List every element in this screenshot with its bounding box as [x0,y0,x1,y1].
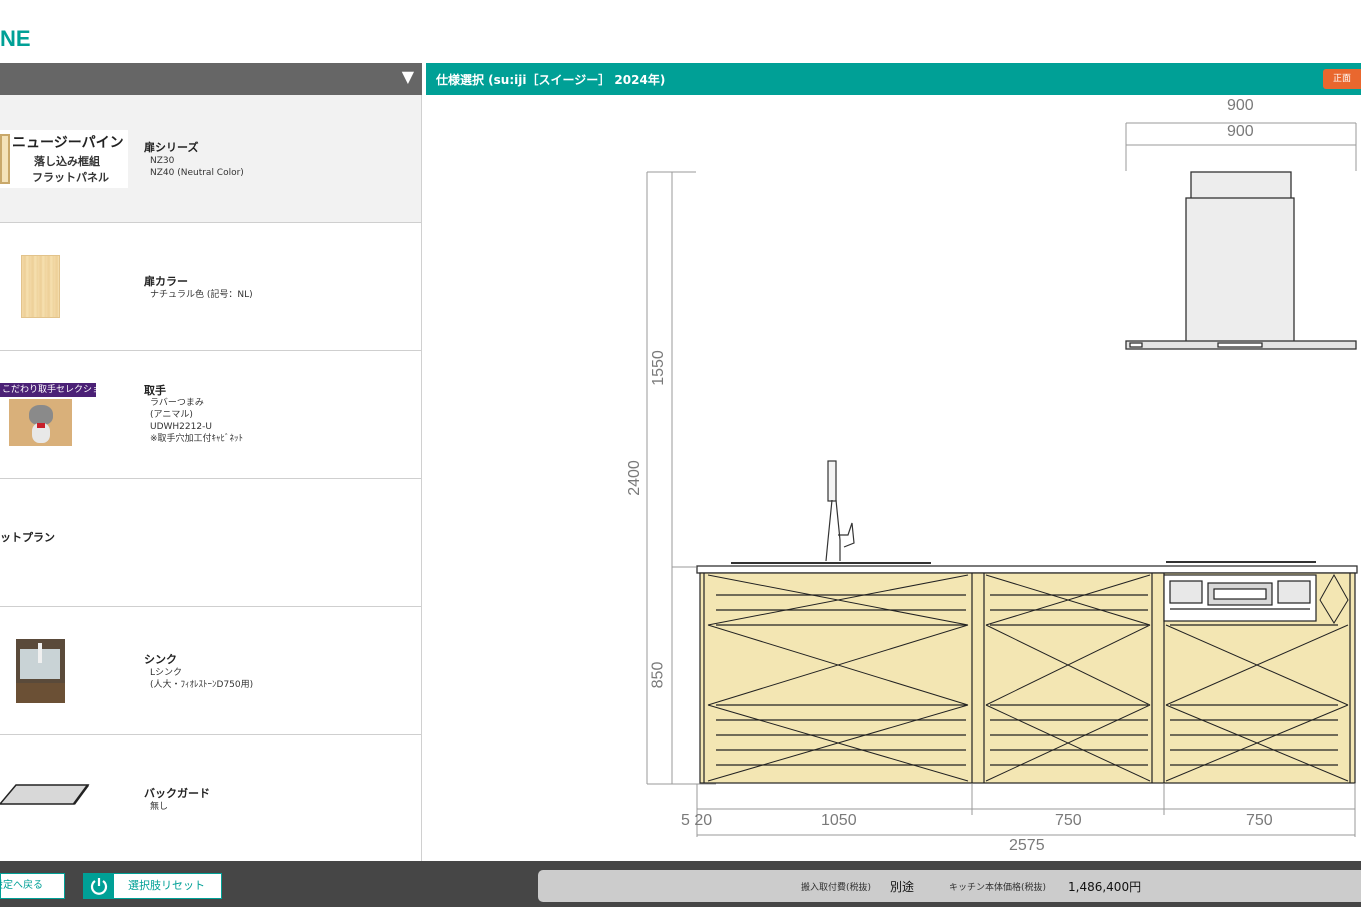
dim-total-height: 2400 [625,460,643,496]
handle-selection-badge: こだわり取手セレクション [0,383,96,397]
dim-counter-height: 850 [649,661,667,689]
option-label: 扉カラー [144,275,188,288]
install-fee-label: 搬入取付費(税抜) [801,883,872,893]
option-value: 無し [150,802,169,812]
back-label: 設定へ戻る [1,880,43,891]
price-summary: 搬入取付費(税抜) 別途 キッチン本体価格(税抜) 1,486,400円 [538,870,1361,902]
option-plan[interactable]: ットプラン [0,479,421,607]
back-guard-icon [0,784,90,805]
install-fee-value: 別途 [890,880,915,894]
option-value: ※取手穴加工付ｷｬﾋﾞﾈｯﾄ [150,434,244,444]
option-door-color[interactable]: 扉カラー ナチュラル色 (記号：NL) [0,223,421,351]
price-value: 1,486,400円 [1068,880,1142,894]
reset-label: 選択肢リセット [128,879,205,892]
option-value: (人大・ﾌｨｵﾚｽﾄｰﾝD750用) [150,680,254,690]
dim-total-width: 2575 [1009,837,1045,854]
kitchen-configurator: NE ▼ 仕様選択 (su:iji［スイージー］ 2024年) 正面 ニュージー… [0,0,1361,907]
faucet [731,460,931,564]
options-list: ニュージーパイン 落し込み框組 フラットパネル 扉シリーズ NZ30 NZ40 … [0,95,422,861]
option-value: Lシンク [150,668,183,678]
countertop [696,565,1358,574]
option-label: バックガード [144,787,210,800]
spec-title: 仕様選択 (su:iji［スイージー］ 2024年) [436,73,666,87]
dim-hood-outer: 900 [1227,97,1254,114]
thumb-title: ニュージーパイン [12,135,124,151]
option-door-series[interactable]: ニュージーパイン 落し込み框組 フラットパネル 扉シリーズ NZ30 NZ40 … [0,95,421,223]
sink-image [16,639,65,703]
dim-upper-height: 1550 [649,350,667,386]
built-in-oven [1163,574,1317,622]
door-frame-icon [0,134,10,184]
option-label: 取手 [144,384,166,397]
dim-right-width: 750 [1246,812,1273,829]
dim-hood-inner: 900 [1227,123,1254,140]
option-value: (アニマル) [150,410,193,420]
back-to-settings-button[interactable]: 設定へ戻る [0,873,65,899]
option-value: UDWH2212-U [150,422,212,432]
options-header: ▼ [0,63,422,95]
dim-left-small: 5 20 [681,812,713,829]
collapse-triangle-icon[interactable]: ▼ [402,67,414,87]
option-value: ラバーつまみ [150,398,204,408]
price-label: キッチン本体価格(税抜) [949,883,1047,893]
range-hood [1125,171,1357,350]
option-value: ナチュラル色 (記号：NL) [150,290,253,300]
thumb-line: フラットパネル [32,171,109,184]
dim-sink-width: 1050 [821,812,857,829]
door-series-thumbnail: ニュージーパイン 落し込み框組 フラットパネル [0,130,128,188]
option-value: NZ30 [150,156,175,166]
thumb-line: 落し込み框組 [34,155,100,168]
animal-knob-image [9,399,72,446]
reset-selection-button[interactable]: 選択肢リセット [83,873,222,899]
footer-bar: 設定へ戻る 選択肢リセット 搬入取付費(税抜) 別途 キッチン本体価格(税抜) … [0,861,1361,907]
kitchen-elevation-drawing: 900 900 2400 1550 850 5 20 1050 750 750 … [426,95,1361,861]
option-handle[interactable]: こだわり取手セレクション 取手 ラバーつまみ (アニマル) UDWH2212-U… [0,351,421,479]
option-value: NZ40 (Neutral Color) [150,168,244,178]
option-label: 扉シリーズ [144,141,199,154]
wood-swatch [21,255,60,318]
dim-mid-width: 750 [1055,812,1082,829]
brand-logo: NE [0,26,31,51]
drawing-header: 仕様選択 (su:iji［スイージー］ 2024年) 正面 [426,63,1361,95]
elevation-svg [646,122,1358,837]
option-back-guard[interactable]: バックガード 無し [0,735,421,861]
option-label: シンク [144,653,177,666]
option-sink[interactable]: シンク Lシンク (人大・ﾌｨｵﾚｽﾄｰﾝD750用) [0,607,421,735]
front-view-button[interactable]: 正面 [1323,69,1361,89]
power-icon [84,874,114,898]
option-label: ットプラン [0,531,55,544]
